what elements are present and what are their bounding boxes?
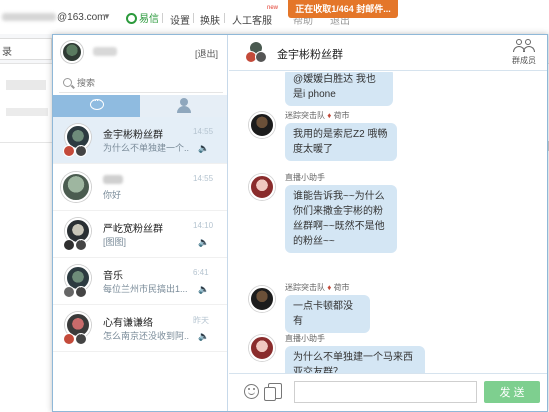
search-icon (63, 78, 72, 87)
mute-icon: 🔈 (198, 237, 210, 247)
message-input[interactable] (294, 381, 477, 403)
tab-recent-chats[interactable] (53, 94, 140, 117)
member-avatar (63, 333, 75, 345)
message-bubble: 谁能告诉我~~为什么你们来撒金宇彬的粉丝群啊~~既然不是他的粉丝~~ (285, 185, 397, 253)
member-avatar (63, 145, 75, 157)
yixin-chat-window: [退出] 金宇彬粉丝群 为什么不单独建一个... 14:55 🔈 你好 (52, 34, 548, 412)
message-bubble: @嫒媛白胜达 我也是i phone (285, 72, 393, 106)
conversation-preview: 为什么不单独建一个... (103, 143, 189, 153)
sender-avatar[interactable] (249, 286, 275, 312)
conversation-time: 昨天 (193, 316, 209, 325)
message-input-bar: 发 送 (229, 373, 547, 411)
group-members-icon (513, 39, 535, 52)
group-avatar (245, 41, 269, 65)
person-icon (177, 98, 191, 113)
message-sender: 直播小助手 (285, 173, 325, 182)
mail-receive-notice: 正在收取1/464 封邮件... (288, 0, 398, 18)
conversation-time: 14:10 (193, 221, 214, 230)
my-name-blurred (93, 47, 117, 56)
group-members-label: 群成员 (512, 56, 536, 65)
emoji-icon[interactable] (244, 384, 259, 399)
skin-link[interactable]: 换肤 (200, 12, 220, 27)
mail-list-line (6, 80, 46, 90)
message-sender: 迷踪突击队 ♦ 荷市 (285, 283, 350, 292)
topbar-divider (224, 13, 225, 23)
account-name-blurred (2, 13, 56, 22)
yixin-label: 易信 (139, 14, 159, 25)
more-members-icon (75, 237, 87, 251)
mute-icon: 🔈 (198, 331, 210, 341)
more-members-icon (75, 284, 87, 298)
account-name[interactable]: @163.com (2, 12, 106, 23)
conversation-item[interactable]: 你好 14:55 (53, 164, 227, 211)
yixin-chat-link[interactable]: 易信 (126, 10, 159, 25)
account-suffix: @163.com (57, 12, 106, 23)
more-members-icon (75, 143, 87, 157)
mail-list-line (6, 108, 48, 116)
mail-page-tab[interactable]: 录 (0, 38, 52, 60)
topbar-divider (162, 13, 163, 23)
logout-button[interactable]: [退出] (195, 47, 218, 60)
tab-contacts[interactable] (140, 95, 227, 117)
conversation-preview: 每位兰州市民搞出1... (103, 284, 188, 294)
conversation-list: 金宇彬粉丝群 为什么不单独建一个... 14:55 🔈 你好 14:55 严屹宽… (53, 117, 227, 352)
customer-service-link[interactable]: 人工客服 (232, 12, 272, 27)
chat-header: 金宇彬粉丝群 群成员 (229, 35, 547, 71)
sender-name: 迷踪突击队 (285, 111, 325, 120)
chat-bubble-icon (90, 94, 104, 110)
sidebar-tabs (53, 94, 227, 117)
conversation-name: 心有谦谦络 (103, 318, 153, 329)
sender-city: 荷市 (333, 283, 350, 292)
chat-title: 金宇彬粉丝群 (277, 49, 343, 61)
contact-avatar (61, 172, 91, 202)
search-input[interactable] (77, 76, 217, 90)
conversation-name-blurred (103, 175, 123, 184)
conversation-preview: [图图] (103, 237, 127, 247)
conversation-name: 金宇彬粉丝群 (103, 130, 163, 141)
chat-sidebar: [退出] 金宇彬粉丝群 为什么不单独建一个... 14:55 🔈 你好 (53, 35, 228, 411)
conversation-item[interactable]: 严屹宽粉丝群 [图图] 14:10 🔈 (53, 211, 227, 258)
conversation-item[interactable]: 音乐 每位兰州市民搞出1... 6:41 🔈 (53, 258, 227, 305)
message-area: @嫒媛白胜达 我也是i phone 迷踪突击队 ♦ 荷市 我用的是索尼Z2 哦畅… (229, 72, 547, 373)
conversation-item[interactable]: 心有谦谦络 怎么南京还没收到阿... 昨天 🔈 (53, 305, 227, 352)
conversation-item[interactable]: 金宇彬粉丝群 为什么不单独建一个... 14:55 🔈 (53, 117, 227, 164)
yixin-icon (126, 13, 137, 24)
mail-topbar: @163.com ▼ 易信 设置 换肤 人工客服 new 帮助 退出 正在收取1… (0, 0, 549, 34)
conversation-preview: 怎么南京还没收到阿... (103, 331, 189, 341)
more-members-icon (75, 331, 87, 345)
message-sender: 直播小助手 (285, 334, 325, 343)
sender-avatar[interactable] (249, 112, 275, 138)
topbar-divider (193, 13, 194, 23)
message-bubble: 一点卡顿都没有 (285, 295, 370, 333)
send-file-icon[interactable] (264, 383, 282, 401)
my-avatar[interactable] (61, 41, 83, 63)
conversation-time: 14:55 (193, 174, 214, 183)
conversation-time: 14:55 (193, 127, 214, 136)
member-avatar (63, 239, 75, 251)
sender-avatar[interactable] (249, 174, 275, 200)
message-bubble: 为什么不单独建一个马来西亚交友群？ (285, 346, 425, 373)
member-avatar (63, 286, 75, 298)
new-badge: new (267, 5, 279, 11)
mute-icon: 🔈 (198, 284, 210, 294)
message-bubble: 我用的是索尼Z2 哦畅度太暖了 (285, 123, 397, 161)
account-dropdown-icon[interactable]: ▼ (103, 12, 111, 21)
message-sender: 迷踪突击队 ♦ 荷市 (285, 111, 350, 120)
group-members-button[interactable]: 群成员 (509, 39, 539, 67)
chat-panel: 金宇彬粉丝群 群成员 @嫒媛白胜达 我也是i phone 迷踪突击队 ♦ 荷市 … (229, 35, 547, 411)
mute-icon: 🔈 (198, 143, 210, 153)
conversation-time: 6:41 (193, 268, 209, 277)
send-button[interactable]: 发 送 (484, 381, 540, 403)
settings-link[interactable]: 设置 (170, 12, 190, 27)
search-box[interactable] (59, 75, 223, 93)
conversation-name: 音乐 (103, 271, 123, 282)
sender-city: 荷市 (333, 111, 350, 120)
sender-name: 迷踪突击队 (285, 283, 325, 292)
sender-avatar[interactable] (249, 335, 275, 361)
mail-list-divider (0, 142, 52, 143)
conversation-preview: 你好 (103, 190, 122, 200)
conversation-name: 严屹宽粉丝群 (103, 224, 163, 235)
